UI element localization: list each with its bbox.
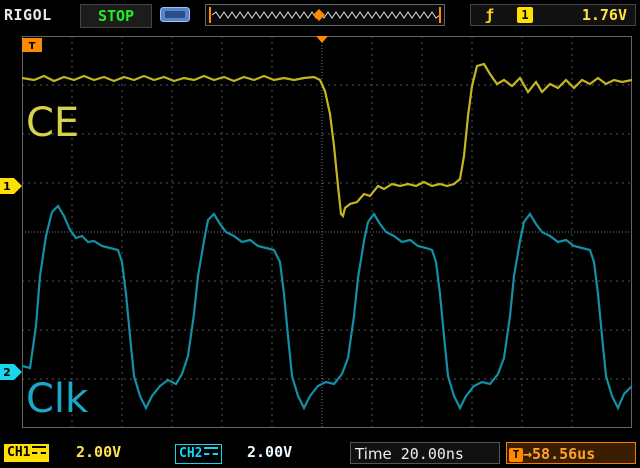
- memory-depth-icon: [160, 7, 190, 22]
- ch2-scale-readout[interactable]: CH2 2.00V: [175, 442, 335, 464]
- memory-overview-waveform: [209, 7, 441, 23]
- trigger-marker-label: T: [29, 41, 36, 52]
- trigger-position-marker: [313, 9, 325, 21]
- graticule: [22, 36, 632, 428]
- ch2-ground-label: 2: [3, 366, 11, 379]
- rising-edge-icon: ƒ: [485, 6, 495, 24]
- trigger-marker[interactable]: T: [22, 38, 42, 54]
- trigger-delay-icon: T: [509, 448, 523, 462]
- trigger-position-marker-top: [316, 36, 328, 43]
- dc-coupling-icon: [32, 446, 47, 454]
- waveform-display[interactable]: [22, 36, 632, 428]
- timebase-readout[interactable]: Time 20.00ns: [350, 442, 500, 464]
- ch2-scale-value: 2.00V: [247, 443, 293, 461]
- graticule-center: [22, 36, 632, 428]
- time-label: Time: [355, 445, 392, 463]
- brand-logo: RIGOL: [4, 6, 52, 24]
- trigger-settings[interactable]: ƒ 1 1.76V: [470, 4, 636, 26]
- delay-arrow-icon: →: [523, 445, 533, 463]
- ch1-scale-value: 2.00V: [76, 443, 122, 461]
- time-value: 20.00ns: [400, 445, 464, 463]
- top-status-bar: RIGOL STOP ƒ 1 1.76V: [0, 0, 640, 30]
- trigger-source-badge: 1: [517, 7, 533, 23]
- trigger-level: 1.76V: [581, 6, 627, 24]
- clk-label: Clk: [26, 376, 89, 422]
- ch1-ground-marker[interactable]: 1: [0, 178, 22, 194]
- ch2-ground-marker[interactable]: 2: [0, 364, 22, 380]
- dc-coupling-icon: [204, 447, 219, 455]
- ch2-badge: CH2: [175, 444, 223, 464]
- ce-trace: [22, 62, 632, 219]
- bottom-status-bar: CH1 2.00V CH2 2.00V Time 20.00ns T →58.56…: [0, 438, 640, 468]
- memory-position-bar[interactable]: [205, 4, 445, 26]
- ch1-badge: CH1: [4, 444, 50, 462]
- ce-label: CE: [26, 100, 80, 146]
- trigger-delay-readout[interactable]: T →58.56us: [506, 442, 636, 464]
- clk-trace: [22, 204, 632, 411]
- trigger-delay-value: 58.56us: [532, 445, 596, 463]
- ch1-scale-readout[interactable]: CH1 2.00V: [4, 442, 164, 464]
- run-stop-status[interactable]: STOP: [80, 4, 152, 28]
- ch1-ground-label: 1: [3, 180, 11, 193]
